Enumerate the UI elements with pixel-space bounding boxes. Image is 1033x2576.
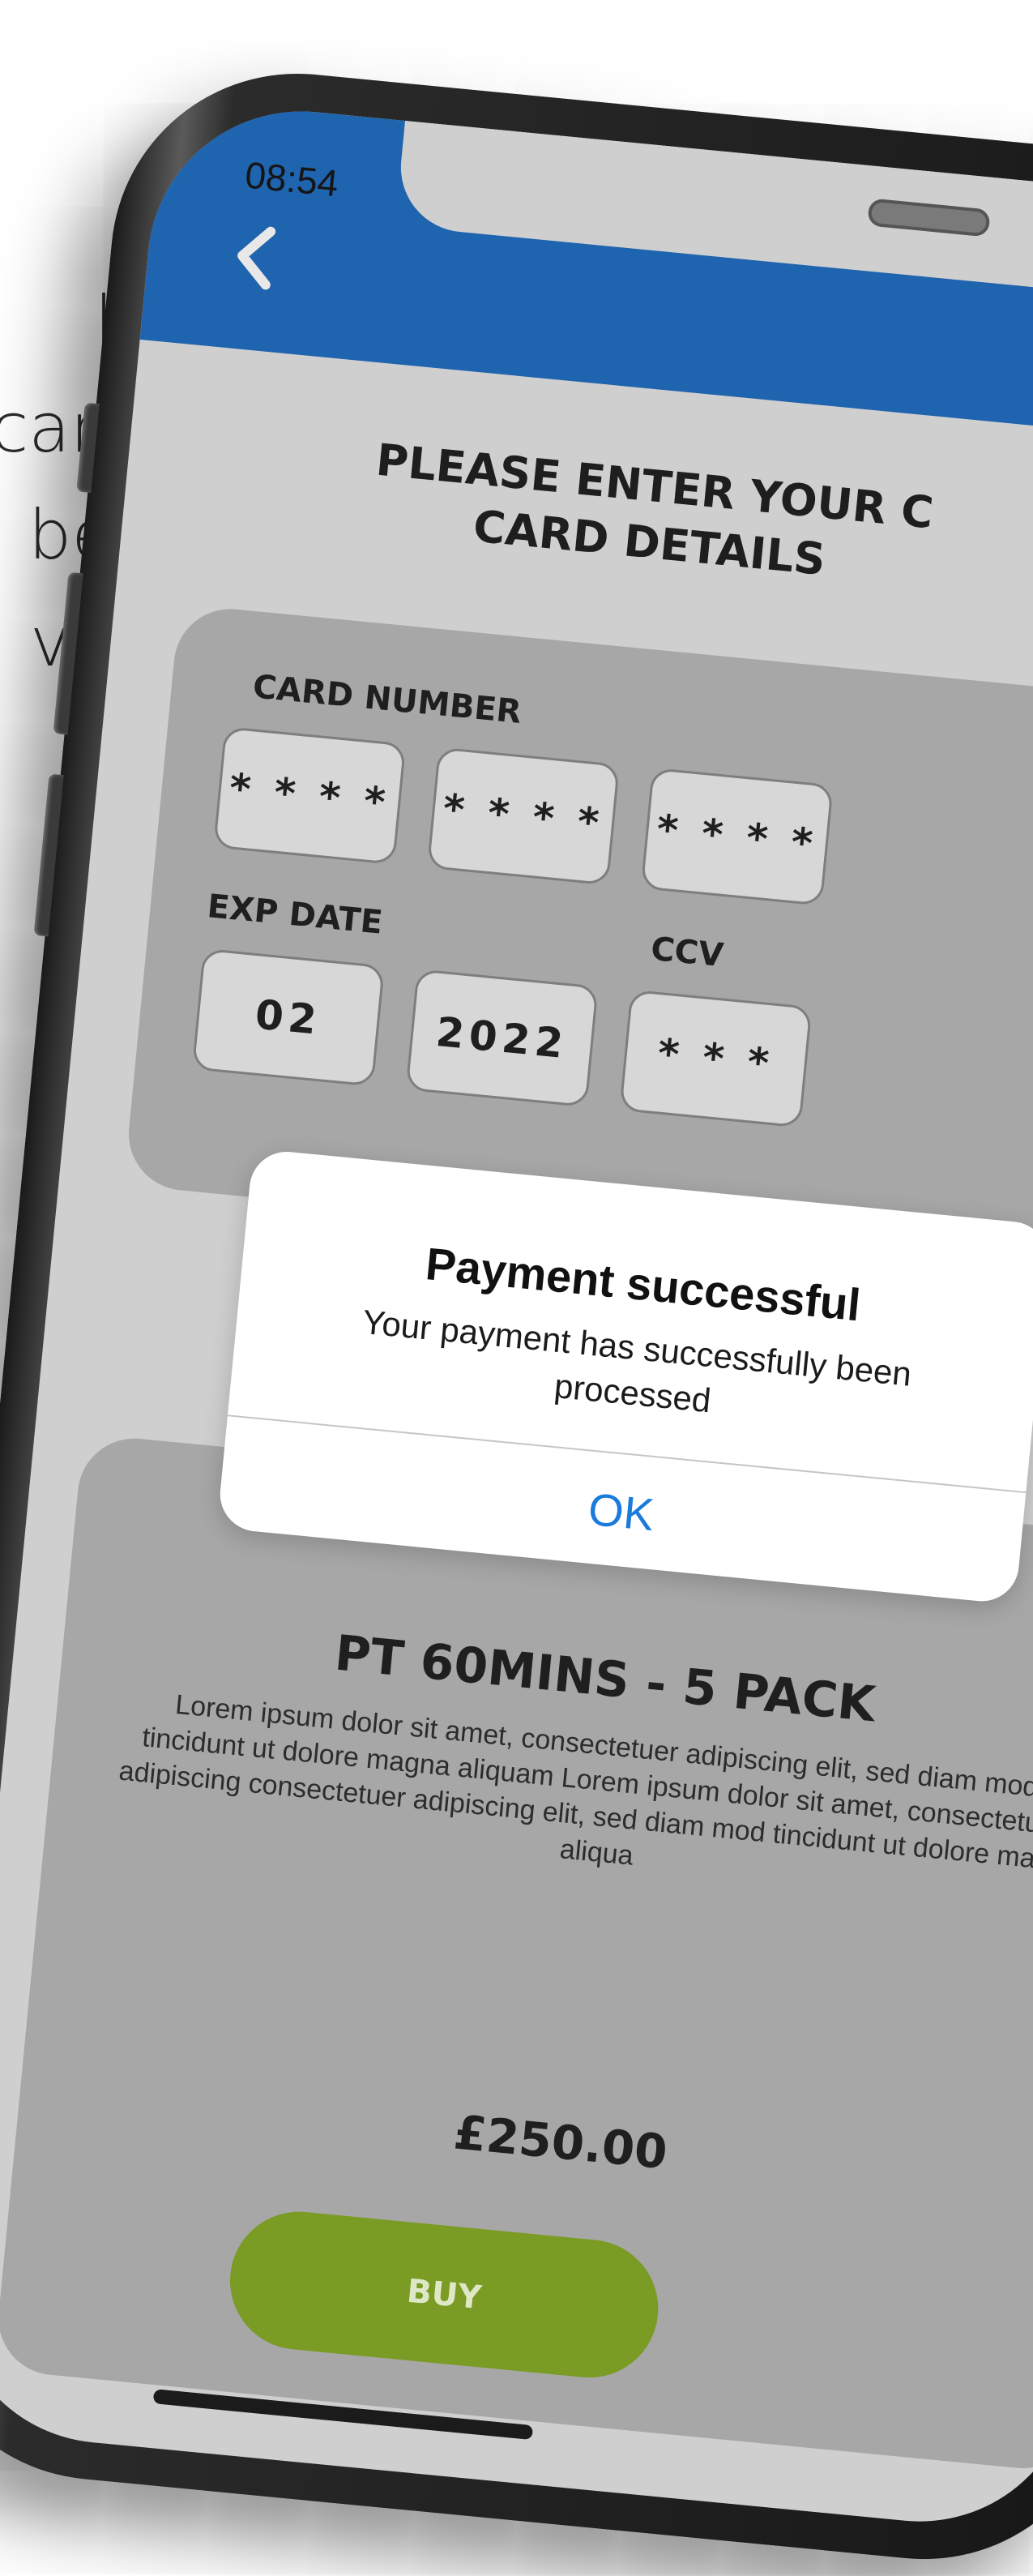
buy-button[interactable]: BUY: [224, 2205, 665, 2384]
product-price: £250.00: [451, 2104, 670, 2180]
exp-date-label: EXP DATE: [205, 888, 385, 942]
phone-mockup: 08:54 PLEASE ENTER YOUR C CARD DETAILS C…: [0, 57, 1033, 2576]
exp-year-field[interactable]: 2022: [405, 969, 599, 1108]
speaker-grille: [867, 198, 991, 237]
ccv-label: CCV: [649, 930, 725, 975]
exp-month-field[interactable]: 02: [191, 948, 385, 1087]
card-number-field-1[interactable]: * * * *: [212, 726, 407, 865]
card-number-field-3[interactable]: * * * *: [640, 767, 834, 906]
card-number-field-2[interactable]: * * * *: [426, 747, 621, 886]
status-time: 08:54: [243, 153, 340, 205]
card-number-label: CARD NUMBER: [251, 668, 523, 731]
side-copy-line: l: [0, 267, 113, 374]
chevron-left-icon[interactable]: [218, 217, 297, 297]
ccv-field[interactable]: * * *: [619, 989, 813, 1128]
page-title: PLEASE ENTER YOUR C CARD DETAILS: [243, 420, 1033, 610]
phone-screen: 08:54 PLEASE ENTER YOUR C CARD DETAILS C…: [0, 97, 1033, 2535]
payment-success-alert: Payment successful Your payment has succ…: [216, 1148, 1033, 1605]
